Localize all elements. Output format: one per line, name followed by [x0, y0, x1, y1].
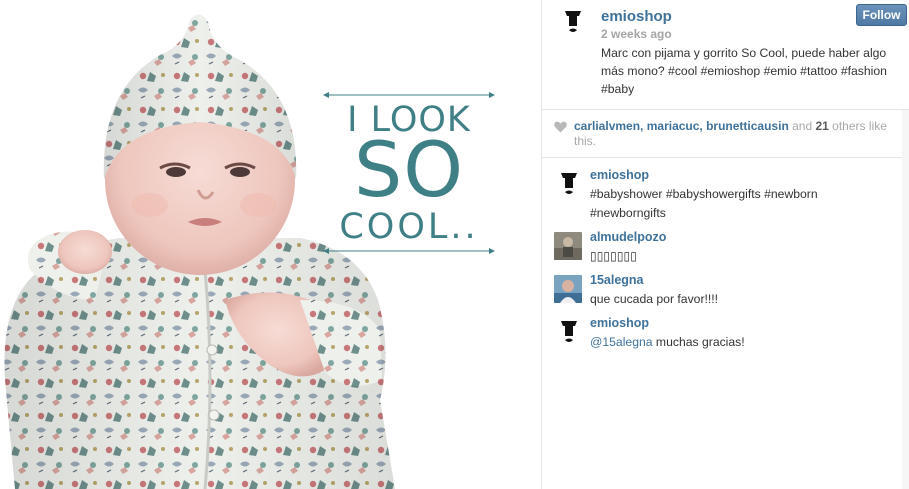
likes-section: carlialvmen, mariacuc, brunetticausin an… [542, 110, 909, 158]
emio-logo-icon [561, 321, 577, 342]
liker-username[interactable]: brunetticausin [706, 119, 789, 133]
comment-text: @15alegna muchas gracias! [590, 333, 890, 352]
slogan-line-2: SO [353, 125, 465, 214]
comment-mention[interactable]: @15alegna [590, 335, 653, 349]
arrow-divider-icon [323, 92, 495, 98]
user-photo-icon [554, 275, 582, 303]
post-side-panel: emioshop 2 weeks ago Marc con pijama y g… [541, 0, 909, 489]
commenter-avatar[interactable] [554, 318, 584, 348]
likes-and: and [788, 119, 816, 133]
comments-list: emioshop #babyshower #babyshowergifts #n… [542, 158, 909, 489]
commenter-avatar[interactable] [554, 170, 584, 200]
post-photo: I LOOK SO COOL.. [0, 0, 541, 489]
heart-icon[interactable] [554, 121, 567, 133]
commenter-username[interactable]: emioshop [590, 316, 649, 330]
emio-logo-icon [565, 11, 581, 32]
author-avatar[interactable] [558, 8, 588, 38]
emio-logo-icon [561, 173, 577, 194]
slogan-graphic: I LOOK SO COOL.. [323, 90, 495, 256]
separator: , [640, 119, 647, 133]
commenter-avatar[interactable] [554, 275, 582, 303]
commenter-username[interactable]: emioshop [590, 168, 649, 182]
comments-scrollbar[interactable] [902, 110, 909, 489]
author-username[interactable]: emioshop [601, 8, 672, 25]
comment-item: almudelpozo ▯▯▯▯▯▯▯ [542, 220, 909, 264]
post-time[interactable]: 2 weeks ago [601, 27, 672, 41]
liker-username[interactable]: carlialvmen [574, 119, 640, 133]
post-header: emioshop 2 weeks ago Marc con pijama y g… [542, 0, 909, 110]
comment-item: emioshop #babyshower #babyshowergifts #n… [542, 158, 909, 220]
slogan-line-3: COOL.. [339, 207, 479, 247]
follow-button[interactable]: Follow [856, 4, 907, 26]
comment-text: #babyshower #babyshowergifts #newborn #n… [590, 187, 818, 220]
comment-item: emioshop @15alegna muchas gracias! [542, 306, 909, 350]
post-caption: Marc con pijama y gorrito So Cool, puede… [601, 46, 887, 96]
arrow-divider-icon [323, 248, 495, 254]
likes-others-count[interactable]: 21 [815, 119, 828, 133]
commenter-avatar[interactable] [554, 232, 582, 260]
commenter-username[interactable]: 15alegna [590, 273, 644, 287]
comment-body: muchas gracias! [652, 335, 745, 349]
comment-item: 15alegna que cucada por favor!!!! [542, 263, 909, 307]
commenter-username[interactable]: almudelpozo [590, 230, 666, 244]
liker-username[interactable]: mariacuc [647, 119, 700, 133]
likes-text: carlialvmen, mariacuc, brunetticausin an… [574, 119, 904, 149]
user-photo-icon [554, 232, 582, 260]
